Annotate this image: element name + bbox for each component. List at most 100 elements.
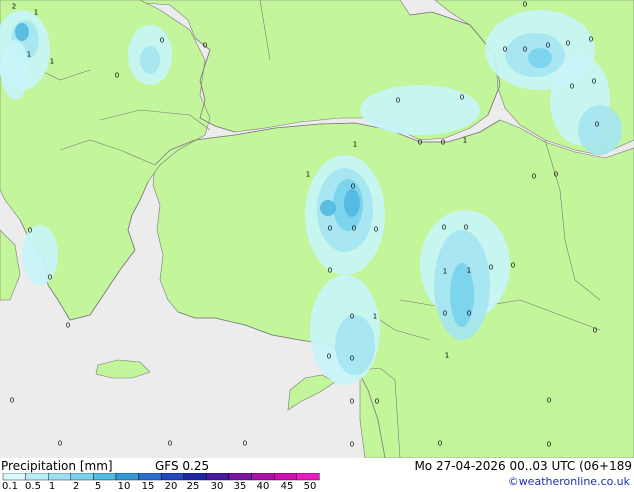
precip-value-label: 0	[570, 83, 574, 91]
precip-value-label: 1	[373, 313, 377, 321]
land-levant	[359, 367, 401, 458]
precip-value-label: 1	[443, 268, 447, 276]
scale-tick-label: 2	[72, 481, 80, 492]
precip-value-label: 0	[375, 398, 379, 406]
precip-value-label: 0	[48, 274, 52, 282]
scale-swatch	[251, 473, 275, 481]
precip-value-label: 0	[160, 37, 164, 45]
precip-value-label: 0	[168, 440, 172, 448]
precip-value-label: 0	[467, 310, 471, 318]
precip-value-label: 0	[243, 440, 247, 448]
precip-value-label: 0	[523, 46, 527, 54]
precip-value-label: 0	[547, 397, 551, 405]
color-scale-bar	[2, 473, 320, 481]
precip-value-label: 0	[10, 397, 14, 405]
precip-value-label: 0	[396, 97, 400, 105]
scale-swatch	[296, 473, 320, 481]
precip-value-label: 0	[489, 264, 493, 272]
scale-tick-label: 0.5	[25, 481, 41, 492]
precip-value-label: 0	[595, 121, 599, 129]
legend-title: Precipitation [mm]	[1, 459, 113, 473]
precip-value-label: 1	[306, 171, 310, 179]
precip-value-label: 0	[327, 353, 331, 361]
precipitation-map: 2 1 1 1 0 0 0 0 0 0 0 1 0 0 0 0 0 0 0 0 0 0 0 1 1 0 0 0 0 0 0 0 1 1 0 0 0 0 1 0…	[0, 0, 634, 458]
scale-tick-label: 0.1	[2, 481, 18, 492]
scale-swatch	[183, 473, 207, 481]
precip-value-label: 0	[593, 327, 597, 335]
precip-area	[578, 105, 622, 155]
precip-value-label: 1	[467, 267, 471, 275]
precip-value-label: 0	[418, 139, 422, 147]
precip-value-label: 0	[350, 441, 354, 449]
precip-value-label: 0	[350, 313, 354, 321]
scale-swatch	[274, 473, 298, 481]
scale-tick-label: 45	[280, 481, 294, 492]
precip-value-label: 0	[351, 183, 355, 191]
precip-area	[1, 40, 29, 100]
precip-area	[140, 46, 160, 74]
scale-swatch	[2, 473, 26, 481]
precip-value-label: 1	[463, 137, 467, 145]
model-name: GFS 0.25	[155, 459, 210, 473]
precip-value-label: 0	[503, 46, 507, 54]
scale-swatch	[70, 473, 94, 481]
precip-value-label: 0	[328, 225, 332, 233]
precip-value-label: 0	[523, 1, 527, 9]
precip-value-label: 1	[353, 141, 357, 149]
precip-value-label: 0	[66, 322, 70, 330]
precip-value-label: 2	[12, 3, 16, 11]
precip-value-label: 0	[566, 40, 570, 48]
credit-link[interactable]: ©weatheronline.co.uk	[508, 475, 630, 488]
precip-value-label: 1	[34, 9, 38, 17]
scale-tick-label: 50	[303, 481, 317, 492]
precip-value-label: 0	[28, 227, 32, 235]
scale-swatch	[93, 473, 117, 481]
precip-area	[15, 23, 29, 41]
precip-value-label: 0	[460, 94, 464, 102]
precip-value-label: 0	[438, 440, 442, 448]
precip-area	[320, 200, 336, 216]
scale-swatch	[138, 473, 162, 481]
precip-area	[528, 48, 552, 68]
precip-value-label: 0	[374, 226, 378, 234]
precip-value-label: 0	[58, 440, 62, 448]
precip-area	[344, 189, 360, 217]
precip-value-label: 0	[350, 398, 354, 406]
precip-value-label: 0	[441, 139, 445, 147]
scale-tick-label: 15	[141, 481, 155, 492]
scale-swatch	[48, 473, 72, 481]
precip-value-label: 0	[203, 42, 207, 50]
precip-value-label: 0	[442, 224, 446, 232]
precip-value-label: 1	[445, 352, 449, 360]
scale-swatch	[160, 473, 184, 481]
precip-value-label: 0	[532, 173, 536, 181]
precip-value-label: 0	[554, 171, 558, 179]
scale-tick-label: 35	[233, 481, 247, 492]
precip-value-label: 0	[443, 310, 447, 318]
valid-time: Mo 27-04-2026 00..03 UTC (06+189	[414, 459, 632, 473]
precip-value-label: 0	[328, 267, 332, 275]
scale-tick-label: 5	[94, 481, 102, 492]
scale-swatch	[228, 473, 252, 481]
precip-value-label: 0	[115, 72, 119, 80]
scale-swatch	[115, 473, 139, 481]
precip-area	[335, 315, 375, 375]
precip-value-label: 0	[592, 78, 596, 86]
scale-tick-label: 25	[186, 481, 200, 492]
precip-value-label: 0	[547, 441, 551, 449]
precip-value-label: 0	[352, 225, 356, 233]
precip-value-label: 0	[589, 36, 593, 44]
scale-tick-label: 1	[48, 481, 56, 492]
precip-value-label: 0	[350, 355, 354, 363]
scale-tick-label: 20	[164, 481, 178, 492]
scale-swatch	[25, 473, 49, 481]
scale-swatch	[206, 473, 230, 481]
precip-value-label: 1	[27, 51, 31, 59]
legend-footer: Precipitation [mm] GFS 0.25 Mo 27-04-202…	[0, 458, 634, 492]
precip-value-label: 0	[511, 262, 515, 270]
scale-tick-label: 10	[117, 481, 131, 492]
precip-value-label: 0	[546, 42, 550, 50]
precip-value-label: 1	[50, 58, 54, 66]
scale-tick-label: 30	[210, 481, 224, 492]
precip-value-label: 0	[464, 224, 468, 232]
